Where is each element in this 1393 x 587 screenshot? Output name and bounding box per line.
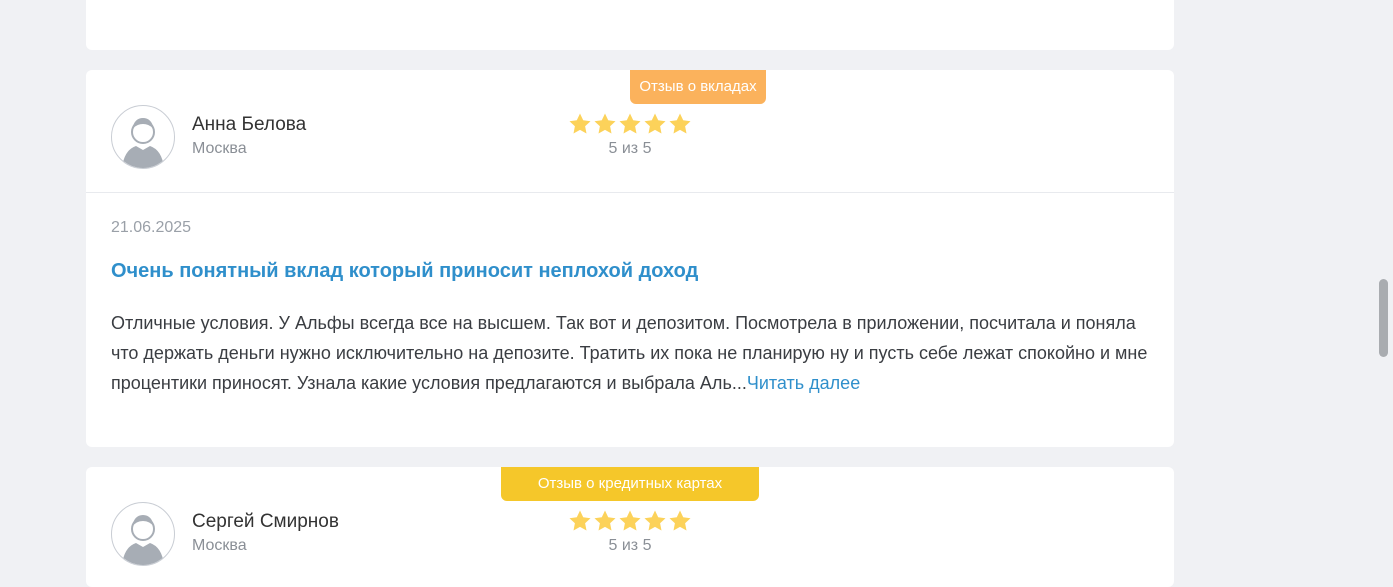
review-card: Отзыв о кредитных картах Сергей Смирнов … — [86, 467, 1174, 587]
previous-review-card — [86, 0, 1174, 50]
author-city: Москва — [192, 537, 247, 554]
author-name[interactable]: Анна Белова — [192, 114, 306, 136]
review-date: 21.06.2025 — [111, 219, 192, 236]
user-avatar-icon — [111, 105, 175, 169]
author-city: Москва — [192, 140, 247, 157]
author-name[interactable]: Сергей Смирнов — [192, 511, 339, 533]
review-text: Отличные условия. У Альфы всегда все на … — [111, 308, 1156, 398]
star-icon — [594, 113, 616, 134]
read-more-link[interactable]: Читать далее — [747, 373, 860, 393]
star-rating — [568, 509, 692, 533]
star-icon — [594, 510, 616, 531]
star-icon — [619, 510, 641, 531]
star-rating — [568, 112, 692, 136]
star-icon — [644, 510, 666, 531]
star-icon — [669, 510, 691, 531]
divider — [86, 192, 1174, 193]
rating-text: 5 из 5 — [608, 537, 652, 554]
review-body: Отличные условия. У Альфы всегда все на … — [111, 313, 1148, 393]
star-icon — [569, 113, 591, 134]
rating-text: 5 из 5 — [608, 140, 652, 157]
user-avatar-icon — [111, 502, 175, 566]
star-icon — [569, 510, 591, 531]
review-title[interactable]: Очень понятный вклад который приносит не… — [111, 260, 698, 283]
star-icon — [669, 113, 691, 134]
review-category-badge[interactable]: Отзыв о кредитных картах — [501, 467, 759, 501]
review-category-badge[interactable]: Отзыв о вкладах — [630, 70, 766, 104]
star-icon — [644, 113, 666, 134]
review-card: Отзыв о вкладах Анна Белова Москва 5 из … — [86, 70, 1174, 447]
star-icon — [619, 113, 641, 134]
scrollbar-thumb[interactable] — [1379, 279, 1388, 357]
